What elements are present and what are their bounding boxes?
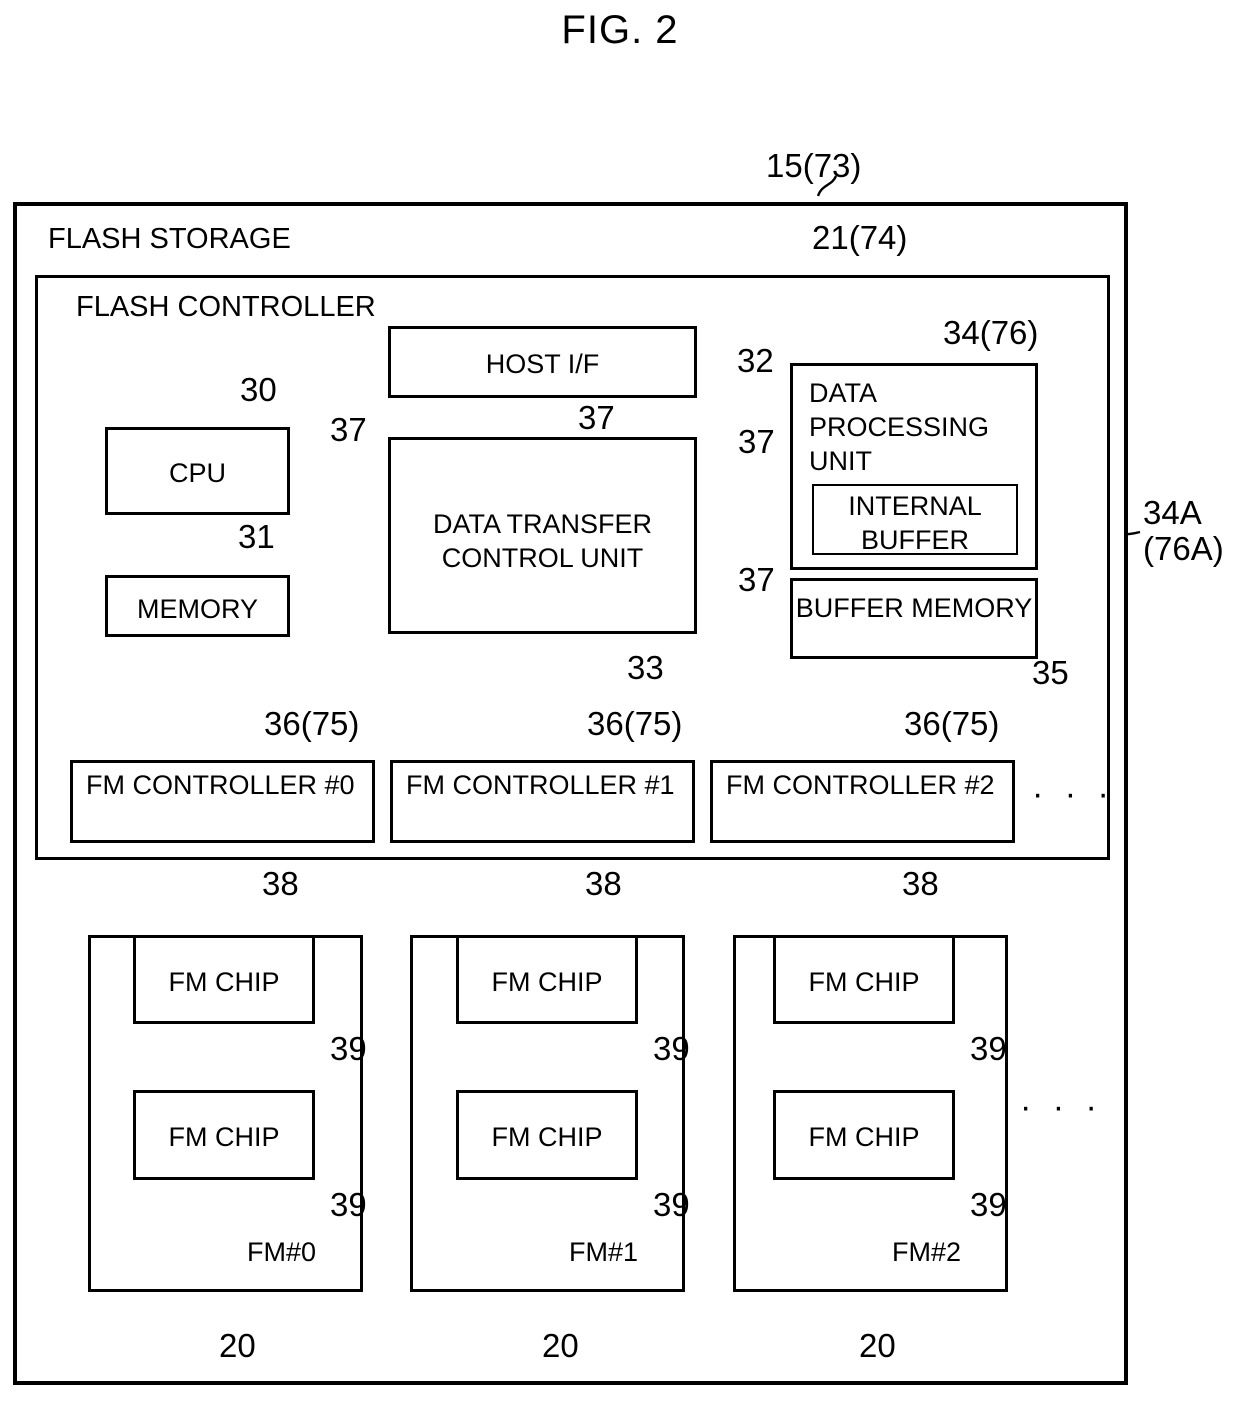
ref-bus-hostif-dtcu: 37 xyxy=(578,399,615,436)
cpu-label: CPU xyxy=(168,458,226,488)
internal-buffer-label: INTERNAL BUFFER xyxy=(848,491,982,555)
fm-module-2-chip-1: FM CHIP xyxy=(773,1090,955,1180)
fm-module-1-chip-0-label: FM CHIP xyxy=(491,967,603,997)
host-interface-block: HOST I/F xyxy=(388,326,697,398)
fm-module-1-chip-1-label: FM CHIP xyxy=(491,1122,603,1152)
data-processing-unit-label: DATA PROCESSING UNIT xyxy=(809,378,990,476)
ref-fm-controller-2-link: 38 xyxy=(902,865,939,902)
fm-controller-0-block: FM CONTROLLER #0 xyxy=(70,760,375,843)
memory-label: MEMORY xyxy=(136,594,258,624)
data-transfer-control-unit-block: DATA TRANSFER CONTROL UNIT xyxy=(388,437,697,634)
fm-module-2-chip-1-label: FM CHIP xyxy=(808,1122,920,1152)
ref-fm-module-1-chip-0: 39 xyxy=(653,1030,690,1067)
ref-cpu: 30 xyxy=(240,371,277,408)
fm-module-0-group-label: FM#0 xyxy=(247,1237,317,1267)
ref-bus-cpu-dtcu: 37 xyxy=(330,411,367,448)
figure-title: FIG. 2 xyxy=(561,8,679,52)
fm-module-1-group-label: FM#1 xyxy=(569,1237,639,1267)
fm-controller-2-block: FM CONTROLLER #2 xyxy=(710,760,1015,843)
fm-module-1-chip-1: FM CHIP xyxy=(456,1090,638,1180)
ref-fm-module-1-chip-1: 39 xyxy=(653,1186,690,1223)
ref-fm-controller-0: 36(75) xyxy=(264,705,360,742)
ref-fm-module-0-chip-1: 39 xyxy=(330,1186,367,1223)
ref-fm-module-1-group: 20 xyxy=(542,1327,579,1364)
ref-fm-module-0-chip-0: 39 xyxy=(330,1030,367,1067)
fm-module-2-group-label: FM#2 xyxy=(892,1237,962,1267)
fm-module-0-chip-1-label: FM CHIP xyxy=(168,1122,280,1152)
fm-module-2-chip-0: FM CHIP xyxy=(773,935,955,1024)
ref-fm-controller-1: 36(75) xyxy=(587,705,683,742)
fm-module-1-chip-0: FM CHIP xyxy=(456,935,638,1024)
fm-modules-ellipsis: · · · xyxy=(1020,1088,1103,1126)
ref-data-transfer-control-unit: 33 xyxy=(627,649,664,686)
ref-internal-buffer: 34A (76A) xyxy=(1143,494,1224,567)
ref-memory: 31 xyxy=(238,518,275,555)
ref-data-processing-unit: 34(76) xyxy=(943,314,1039,351)
buffer-memory-label: BUFFER MEMORY xyxy=(795,593,1033,623)
ref-bus-dtcu-dpu: 37 xyxy=(738,423,775,460)
ref-fm-module-2-group: 20 xyxy=(859,1327,896,1364)
ref-fm-module-2-chip-0: 39 xyxy=(970,1030,1007,1067)
ref-bus-dtcu-bufmem: 37 xyxy=(738,561,775,598)
memory-block: MEMORY xyxy=(105,575,290,637)
ref-fm-controller-0-link: 38 xyxy=(262,865,299,902)
buffer-memory-block: BUFFER MEMORY xyxy=(790,578,1038,659)
ref-fm-module-2-chip-1: 39 xyxy=(970,1186,1007,1223)
figure-canvas: FIG. 2 FLASH STORAGE 15(73) FLASH CONTRO… xyxy=(0,0,1240,1412)
ref-flash-storage: 15(73) xyxy=(766,147,862,184)
fm-module-2-chip-0-label: FM CHIP xyxy=(808,967,920,997)
flash-controller-title: FLASH CONTROLLER xyxy=(76,291,376,323)
cpu-block: CPU xyxy=(105,427,290,515)
ref-host-interface: 32 xyxy=(737,342,774,379)
ref-fm-module-0-group: 20 xyxy=(219,1327,256,1364)
fm-controller-1-label: FM CONTROLLER #1 xyxy=(406,770,675,800)
fm-controller-0-label: FM CONTROLLER #0 xyxy=(86,770,355,800)
fm-controller-2-label: FM CONTROLLER #2 xyxy=(726,770,995,800)
fm-controller-1-block: FM CONTROLLER #1 xyxy=(390,760,695,843)
host-interface-label: HOST I/F xyxy=(485,349,600,379)
ref-buffer-memory: 35 xyxy=(1032,654,1069,691)
ref-fm-controller-1-link: 38 xyxy=(585,865,622,902)
fm-controllers-ellipsis: · · · xyxy=(1032,775,1115,813)
fm-module-0-chip-0-label: FM CHIP xyxy=(168,967,280,997)
data-transfer-control-unit-label: DATA TRANSFER CONTROL UNIT xyxy=(432,509,653,573)
fm-module-0-chip-1: FM CHIP xyxy=(133,1090,315,1180)
fm-module-0-chip-0: FM CHIP xyxy=(133,935,315,1024)
internal-buffer-block: INTERNAL BUFFER xyxy=(812,484,1018,555)
flash-storage-title: FLASH STORAGE xyxy=(48,223,291,255)
ref-flash-controller: 21(74) xyxy=(812,219,908,256)
ref-fm-controller-2: 36(75) xyxy=(904,705,1000,742)
